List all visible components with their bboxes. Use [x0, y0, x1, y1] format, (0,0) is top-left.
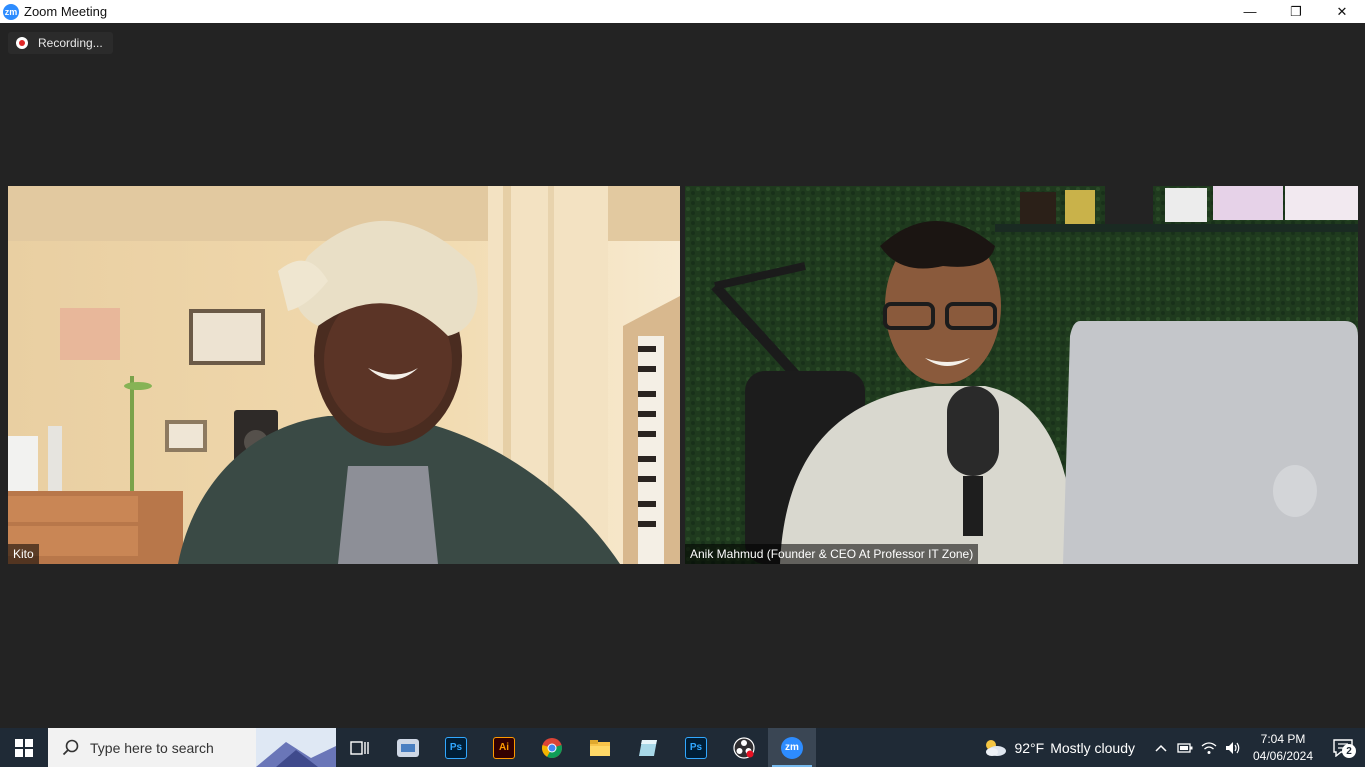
close-button[interactable]: ✕: [1319, 0, 1365, 23]
participant-video-tile[interactable]: Kito: [8, 186, 680, 564]
wifi-button[interactable]: [1197, 728, 1221, 767]
taskbar-app-chrome[interactable]: [528, 728, 576, 767]
taskbar-app-obs[interactable]: [720, 728, 768, 767]
task-view-button[interactable]: [336, 728, 384, 767]
partly-cloudy-icon: [986, 739, 1007, 756]
taskbar-search-box[interactable]: Type here to search: [48, 728, 336, 767]
wifi-icon: [1201, 741, 1217, 754]
weather-condition: Mostly cloudy: [1050, 739, 1135, 756]
participant-video-feed: [685, 186, 1358, 564]
taskbar: Type here to search Ps Ai Ps zm 92°F Mos…: [0, 728, 1365, 767]
chrome-icon: [542, 737, 562, 758]
recording-indicator[interactable]: Recording...: [8, 32, 113, 54]
illustrator-icon: Ai: [493, 736, 515, 759]
participant-video-tile[interactable]: Anik Mahmud (Founder & CEO At Professor …: [685, 186, 1358, 564]
recording-icon: [16, 37, 28, 49]
photoshop-icon: Ps: [685, 736, 707, 759]
start-button[interactable]: [0, 728, 48, 767]
restore-button[interactable]: ❐: [1273, 0, 1319, 23]
notification-count-badge: 2: [1342, 744, 1356, 758]
taskbar-app-illustrator[interactable]: Ai: [480, 728, 528, 767]
windows-logo-icon: [15, 738, 33, 757]
weather-widget[interactable]: 92°F Mostly cloudy: [982, 738, 1135, 758]
file-explorer-icon: [590, 739, 610, 756]
search-placeholder: Type here to search: [90, 739, 214, 756]
window-title-bar: zm Zoom Meeting — ❐ ✕: [0, 0, 1365, 23]
participant-name: Kito: [8, 544, 39, 564]
participant-video-feed: [8, 186, 680, 564]
taskbar-clock[interactable]: 7:04 PM 04/06/2024: [1251, 731, 1315, 765]
minimize-button[interactable]: —: [1227, 0, 1273, 23]
taskbar-app-photoshop[interactable]: Ps: [672, 728, 720, 767]
battery-button[interactable]: [1173, 728, 1197, 767]
participant-name: Anik Mahmud (Founder & CEO At Professor …: [685, 544, 979, 564]
zoom-icon: zm: [781, 736, 803, 759]
weather-temperature: 92°F: [1014, 739, 1045, 756]
taskbar-app-notes[interactable]: [624, 728, 672, 767]
window-title: Zoom Meeting: [24, 4, 108, 19]
taskbar-app-photoshop[interactable]: Ps: [432, 728, 480, 767]
clock-time: 7:04 PM: [1260, 731, 1306, 746]
show-hidden-icons-button[interactable]: [1149, 728, 1173, 767]
network-app-icon: [397, 738, 419, 757]
taskbar-app-zoom[interactable]: zm: [768, 728, 816, 767]
clock-date: 04/06/2024: [1252, 748, 1314, 763]
volume-icon: [1226, 741, 1240, 754]
system-tray: 92°F Mostly cloudy 7:04 PM 04/06/2024 2: [982, 728, 1365, 767]
taskbar-app-file-explorer[interactable]: [576, 728, 624, 767]
taskbar-app-network[interactable]: [384, 728, 432, 767]
meeting-stage: Recording... Kito Anik Mahmud (Founder &…: [0, 23, 1365, 728]
recording-label: Recording...: [38, 36, 103, 50]
window-controls: — ❐ ✕: [1227, 0, 1365, 23]
notification-center-button[interactable]: 2: [1321, 728, 1365, 767]
battery-icon: [1177, 742, 1193, 753]
zoom-logo-icon: zm: [3, 3, 19, 20]
search-highlight-illustration: [256, 728, 336, 767]
volume-button[interactable]: [1221, 728, 1245, 767]
obs-icon: [733, 736, 755, 759]
notes-app-icon: [639, 739, 657, 756]
search-icon: [62, 739, 79, 755]
photoshop-icon: Ps: [445, 736, 467, 759]
chevron-up-icon: [1155, 744, 1167, 752]
task-view-icon: [350, 740, 369, 755]
